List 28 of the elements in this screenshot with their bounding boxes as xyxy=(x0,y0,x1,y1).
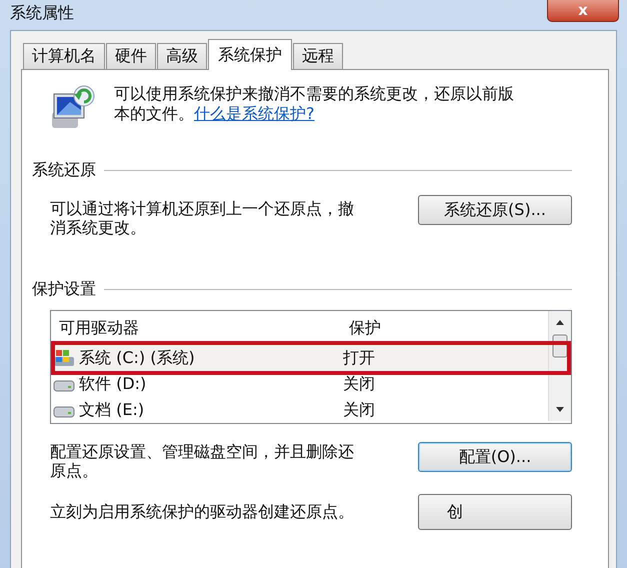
tab[interactable]: 系统保护 xyxy=(208,39,292,70)
section-heading: 系统还原 xyxy=(32,160,96,181)
tab[interactable]: 高级 xyxy=(157,43,207,69)
intro-text: 可以使用系统保护来撤消不需要的系统更改，还原以前版本的文件。什么是系统保护? xyxy=(114,84,515,124)
create-description: 立刻为启用系统保护的驱动器创建还原点。 xyxy=(50,502,354,521)
drive-name: 系统 (C:) (系统) xyxy=(79,348,195,368)
column-header: 保护 xyxy=(349,318,382,338)
protection-status: 打开 xyxy=(343,348,376,368)
system-restore-button[interactable]: 系统还原(S)... xyxy=(418,195,572,225)
configure-button[interactable]: 配置(O)... xyxy=(418,442,572,472)
column-header: 可用驱动器 xyxy=(59,318,140,338)
protection-status: 关闭 xyxy=(343,374,376,394)
drive-name: 文档 (E:) xyxy=(79,400,144,420)
tab[interactable]: 远程 xyxy=(293,43,343,69)
configure-description: 配置还原设置、管理磁盘空间，并且删除还原点。 xyxy=(50,442,355,480)
help-link[interactable]: 什么是系统保护? xyxy=(194,104,314,123)
computer-restore-icon xyxy=(50,84,96,130)
create-button[interactable]: 创 xyxy=(418,494,572,530)
protection-status: 关闭 xyxy=(343,400,376,420)
drive-icon xyxy=(53,349,75,367)
drive-row[interactable]: 软件 (D:) 关闭 xyxy=(51,371,548,397)
section-heading: 保护设置 xyxy=(32,279,96,300)
drive-row[interactable]: 文档 (E:) 关闭 xyxy=(51,397,548,423)
restore-description: 可以通过将计算机还原到上一个还原点，撤消系统更改。 xyxy=(50,199,355,237)
tab[interactable]: 计算机名 xyxy=(23,43,105,69)
drive-name: 软件 (D:) xyxy=(79,374,146,394)
window-title: 系统属性 xyxy=(10,2,74,24)
tab[interactable]: 硬件 xyxy=(106,43,156,69)
